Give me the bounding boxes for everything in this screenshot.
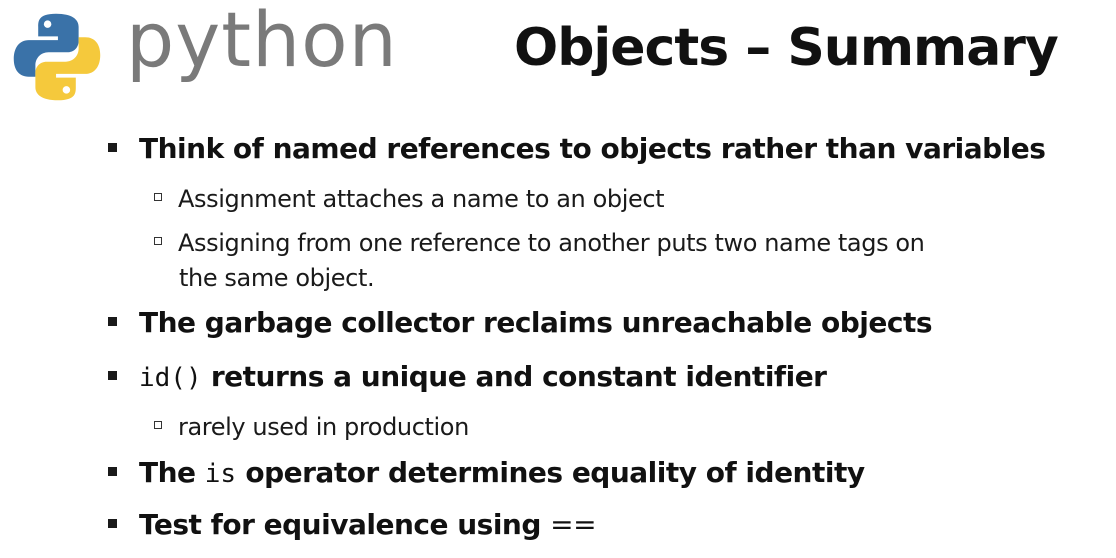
bullet-item: The garbage collector reclaims unreachab…: [108, 306, 933, 340]
square-bullet-icon: [108, 370, 117, 380]
code-equality-operator: ==: [550, 508, 597, 541]
bullet-text: Think of named references to objects rat…: [139, 132, 1046, 165]
bullet-text: returns a unique and constant identifier: [201, 360, 827, 393]
bullet-item: id() returns a unique and constant ident…: [108, 360, 827, 394]
square-bullet-icon: [108, 466, 117, 476]
hollow-square-bullet-icon: [154, 421, 162, 429]
code-is-operator: is: [204, 459, 237, 489]
sub-bullet-text: Assignment attaches a name to an object: [178, 185, 665, 213]
sub-bullet-item: Assigning from one reference to another …: [154, 226, 925, 296]
python-logo: python: [10, 2, 397, 101]
sub-bullet-text: Assigning from one reference to another …: [178, 229, 925, 257]
slide-title: Objects – Summary: [514, 18, 1059, 78]
square-bullet-icon: [108, 142, 117, 152]
bullet-item: Test for equivalence using ==: [108, 508, 597, 542]
python-wordmark: python: [126, 0, 398, 84]
hollow-square-bullet-icon: [154, 237, 162, 245]
bullet-item: Think of named references to objects rat…: [108, 132, 1046, 166]
python-logo-icon: [13, 13, 101, 101]
sub-bullet-text-continued: the same object.: [179, 263, 375, 292]
bullet-text: operator determines equality of identity: [236, 456, 865, 489]
hollow-square-bullet-icon: [154, 193, 162, 201]
sub-bullet-item: Assignment attaches a name to an object: [154, 182, 665, 217]
bullet-text-prefix: The: [139, 456, 205, 489]
sub-bullet-item: rarely used in production: [154, 410, 469, 445]
square-bullet-icon: [108, 316, 117, 326]
code-id-function: id(): [139, 363, 202, 393]
bullet-text: The garbage collector reclaims unreachab…: [139, 306, 933, 339]
bullet-item: The is operator determines equality of i…: [108, 456, 865, 490]
sub-bullet-text: rarely used in production: [178, 413, 469, 441]
square-bullet-icon: [108, 518, 117, 528]
bullet-text: Test for equivalence using: [139, 508, 551, 541]
